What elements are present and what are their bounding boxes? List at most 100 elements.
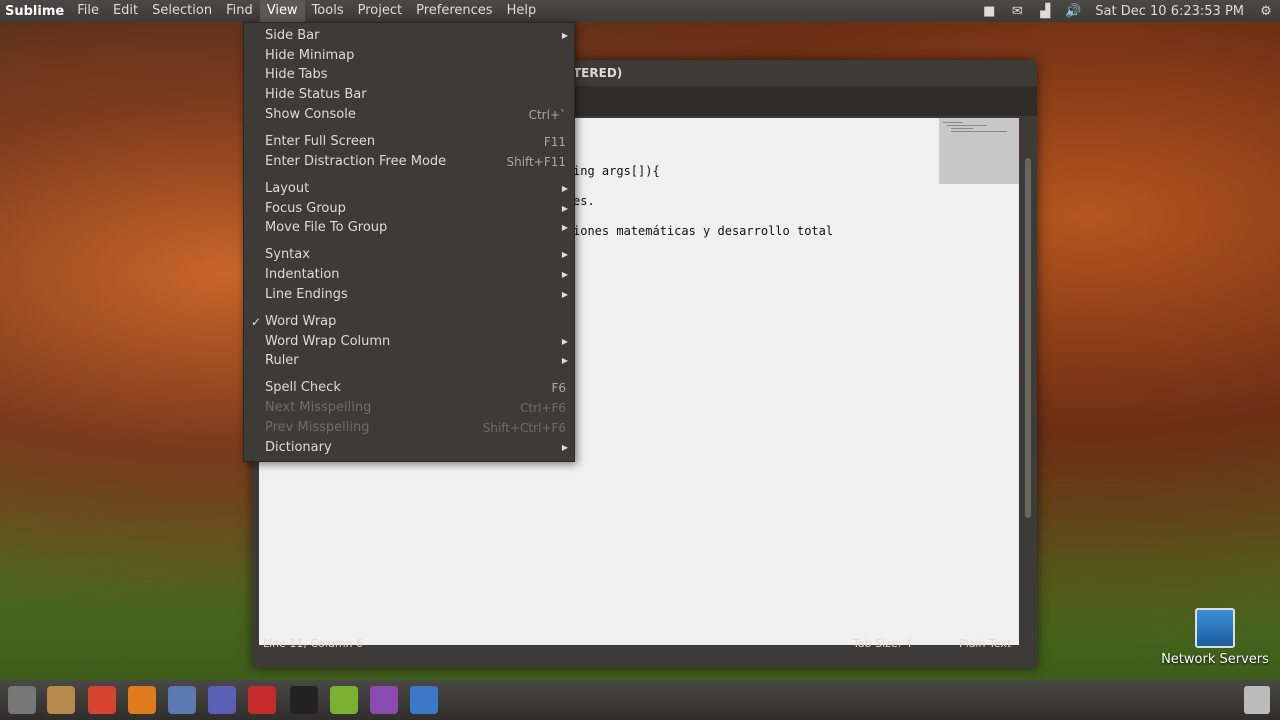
menu-item-spell-check[interactable]: Spell Check F6: [244, 378, 574, 398]
scrollbar-thumb[interactable]: [1025, 158, 1031, 518]
app-name: Sublime: [5, 3, 65, 19]
menu-edit[interactable]: Edit: [106, 0, 145, 22]
submenu-arrow-icon: ▶: [561, 250, 568, 259]
menu-item-hide-status-bar[interactable]: Hide Status Bar: [244, 85, 574, 105]
network-icon: [1195, 608, 1235, 648]
trash-icon[interactable]: [1244, 686, 1270, 714]
menu-item-line-endings[interactable]: Line Endings ▶: [244, 285, 574, 305]
checkmark-icon: ✓: [251, 315, 262, 329]
menu-item-label: Hide Status Bar: [265, 87, 367, 102]
menu-item-label: Move File To Group: [265, 220, 388, 235]
menu-item-prev-misspelling: Prev Misspelling Shift+Ctrl+F6: [244, 418, 574, 438]
menu-item-word-wrap-column[interactable]: Word Wrap Column ▶: [244, 332, 574, 352]
menu-item-shortcut: F11: [543, 135, 566, 149]
menu-item-word-wrap[interactable]: ✓ Word Wrap: [244, 312, 574, 332]
menu-item-ruler[interactable]: Ruler ▶: [244, 351, 574, 371]
menu-selection[interactable]: Selection: [145, 0, 219, 22]
menu-item-label: Indentation: [265, 267, 340, 282]
menu-item-hide-minimap[interactable]: Hide Minimap: [244, 46, 574, 66]
submenu-arrow-icon: ▶: [561, 184, 568, 193]
menu-item-label: Syntax: [265, 247, 310, 262]
app-icon[interactable]: [208, 686, 236, 714]
menu-item-next-misspelling: Next Misspelling Ctrl+F6: [244, 398, 574, 418]
volume-icon[interactable]: 🔊: [1059, 4, 1087, 19]
menu-item-label: Hide Minimap: [265, 48, 355, 63]
status-bar: Line 11, Column 6 Tab Size: 4 Plain Text: [259, 632, 1019, 656]
mail-icon[interactable]: ✉: [1003, 4, 1031, 19]
terminal-icon[interactable]: [290, 686, 318, 714]
menu-help[interactable]: Help: [500, 0, 544, 22]
menu-item-label: Line Endings: [265, 287, 348, 302]
vertical-scrollbar[interactable]: [1023, 118, 1033, 645]
menu-item-enter-full-screen[interactable]: Enter Full Screen F11: [244, 132, 574, 152]
network-servers-desktop-icon[interactable]: Network Servers: [1160, 608, 1270, 667]
pdf-reader-icon[interactable]: [248, 686, 276, 714]
syntax-mode[interactable]: Plain Text: [959, 632, 1011, 656]
menu-item-dictionary[interactable]: Dictionary ▶: [244, 438, 574, 458]
menu-item-label: Spell Check: [265, 380, 341, 395]
gear-icon[interactable]: ⚙: [1252, 4, 1280, 19]
menu-item-move-file-to-group[interactable]: Move File To Group ▶: [244, 218, 574, 238]
dash-icon[interactable]: [8, 686, 36, 714]
menu-item-label: Enter Full Screen: [265, 134, 376, 149]
minimap-line: [947, 125, 987, 126]
menu-item-shortcut: Shift+Ctrl+F6: [482, 421, 566, 435]
menu-item-distraction-free[interactable]: Enter Distraction Free Mode Shift+F11: [244, 152, 574, 172]
submenu-arrow-icon: ▶: [561, 223, 568, 232]
tab-size[interactable]: Tab Size: 4: [853, 632, 912, 656]
submenu-arrow-icon: ▶: [561, 337, 568, 346]
submenu-arrow-icon: ▶: [561, 31, 568, 40]
menu-item-show-console[interactable]: Show Console Ctrl+`: [244, 105, 574, 125]
menu-item-hide-tabs[interactable]: Hide Tabs: [244, 65, 574, 85]
menu-item-label: Focus Group: [265, 201, 346, 216]
submenu-arrow-icon: ▶: [561, 290, 568, 299]
network-servers-label: Network Servers: [1161, 652, 1269, 667]
menu-item-side-bar[interactable]: Side Bar ▶: [244, 26, 574, 46]
audio-icon[interactable]: [370, 686, 398, 714]
menu-preferences[interactable]: Preferences: [409, 0, 499, 22]
menu-item-label: Ruler: [265, 353, 299, 368]
menu-item-label: Word Wrap Column: [265, 334, 391, 349]
sublime-text-icon[interactable]: [410, 686, 438, 714]
minimap-line: [951, 128, 973, 129]
menu-project[interactable]: Project: [351, 0, 409, 22]
window-icon[interactable]: ■: [975, 4, 1003, 19]
submenu-arrow-icon: ▶: [561, 270, 568, 279]
menu-item-shortcut: Ctrl+`: [528, 108, 566, 122]
menu-item-shortcut: Ctrl+F6: [520, 401, 566, 415]
menu-find[interactable]: Find: [219, 0, 260, 22]
menu-item-label: Prev Misspelling: [265, 420, 370, 435]
code-line: iones matemáticas y desarrollo total: [573, 224, 834, 238]
menu-item-syntax[interactable]: Syntax ▶: [244, 245, 574, 265]
minimap[interactable]: [939, 118, 1019, 184]
menu-item-label: Show Console: [265, 107, 356, 122]
top-panel: Sublime File Edit Selection Find View To…: [0, 0, 1280, 22]
system-tray: ■ ✉ ▟ 🔊 Sat Dec 10 6:23:53 PM ⚙: [975, 0, 1280, 22]
menu-item-label: Layout: [265, 181, 310, 196]
bottom-dock: [0, 680, 1280, 720]
menu-item-label: Next Misspelling: [265, 400, 372, 415]
menu-item-label: Hide Tabs: [265, 67, 328, 82]
submenu-arrow-icon: ▶: [561, 356, 568, 365]
view-menu-dropdown: Side Bar ▶ Hide Minimap Hide Tabs Hide S…: [243, 22, 575, 462]
minimap-line: [943, 122, 963, 123]
menu-item-indentation[interactable]: Indentation ▶: [244, 265, 574, 285]
minimap-line: [951, 131, 1007, 132]
files-icon[interactable]: [47, 686, 75, 714]
clock[interactable]: Sat Dec 10 6:23:53 PM: [1087, 4, 1252, 19]
menu-item-label: Dictionary: [265, 440, 332, 455]
network-signal-icon[interactable]: ▟: [1031, 4, 1059, 19]
menu-item-focus-group[interactable]: Focus Group ▶: [244, 199, 574, 219]
submenu-arrow-icon: ▶: [561, 443, 568, 452]
menu-item-shortcut: Shift+F11: [506, 155, 566, 169]
firefox-icon[interactable]: [128, 686, 156, 714]
menu-item-label: Enter Distraction Free Mode: [265, 154, 447, 169]
menu-view[interactable]: View: [259, 0, 305, 22]
menu-file[interactable]: File: [70, 0, 106, 22]
menu-item-layout[interactable]: Layout ▶: [244, 179, 574, 199]
menu-tools[interactable]: Tools: [305, 0, 351, 22]
chrome-icon[interactable]: [88, 686, 116, 714]
network-tool-icon[interactable]: [168, 686, 196, 714]
media-icon[interactable]: [330, 686, 358, 714]
submenu-arrow-icon: ▶: [561, 204, 568, 213]
